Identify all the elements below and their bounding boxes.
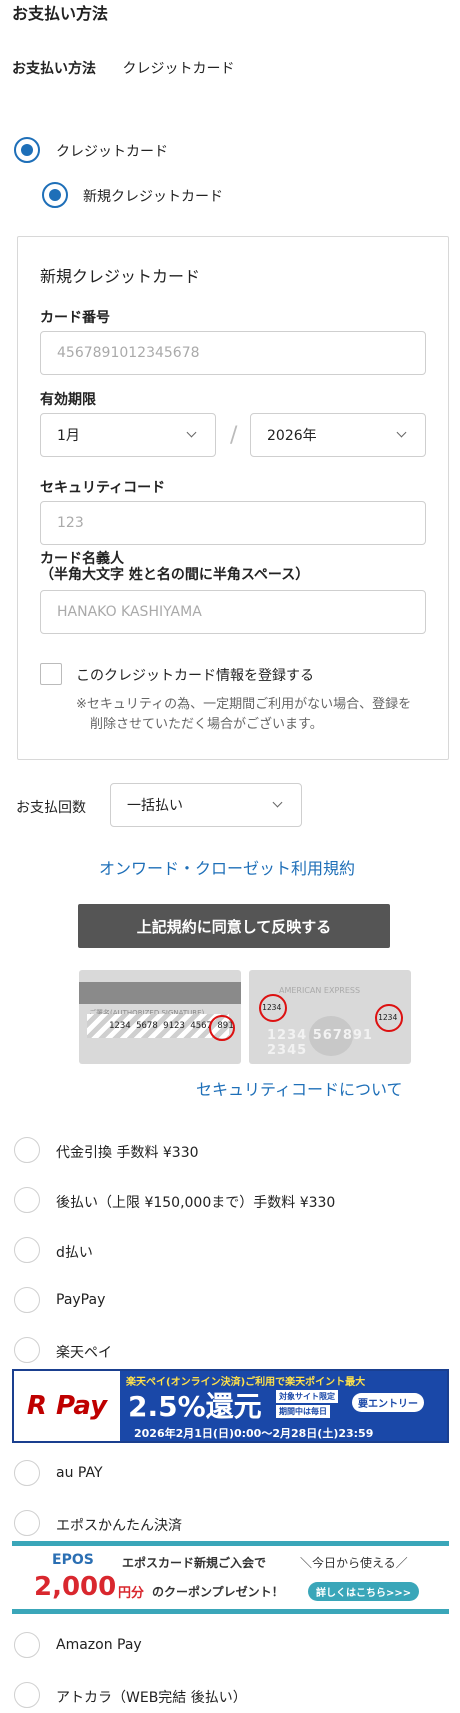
radio-d-barai[interactable] [14,1237,40,1263]
card-number-input[interactable]: 4567891012345678 [40,331,426,375]
cardholder-label-line1: カード名義人 [40,551,124,567]
summary-value: クレジットカード [122,61,235,77]
summary-label: お支払い方法 [12,61,96,77]
expiry-label: 有効期限 [40,392,96,408]
register-note-line1: ※セキュリティの為、一定期間ご利用がない場合、登録を [76,697,412,712]
installments-label: お支払回数 [16,800,86,816]
rpay-tag1: 対象サイト限定 [276,1390,338,1403]
installments-value: 一括払い [127,798,183,814]
rpay-entry-badge: 要エントリー [352,1393,424,1412]
magnetic-stripe [79,982,241,1004]
chevron-down-icon [272,797,283,808]
cardholder-input[interactable]: HANAKO KASHIYAMA [40,590,426,634]
radio-rakuten-pay[interactable] [14,1337,40,1363]
cardholder-label-line2: （半角大文字 姓と名の間に半角スペース） [40,567,310,583]
cardholder-label: カード名義人 （半角大文字 姓と名の間に半角スペース） [40,551,309,583]
rakuten-pay-logo: R Pay [26,1391,108,1421]
option-label[interactable]: エポスかんたん決済 [56,1515,182,1535]
radio-new-credit-card[interactable] [42,182,68,208]
radio-cod[interactable] [14,1137,40,1163]
amex-front-code: 1234 [262,1003,282,1012]
epos-line2: のクーポンプレゼント！ [152,1585,284,1599]
register-note: ※セキュリティの為、一定期間ご利用がない場合、登録を 削除させていただく場合がご… [76,695,411,735]
epos-banner[interactable]: EPOS エポスカード新規ご入会で ＼今日から使える／ 2,000 円分 のクー… [12,1541,449,1614]
cvc-help-link[interactable]: セキュリティコードについて [196,1076,403,1100]
cvc-label: セキュリティコード [40,480,166,496]
terms-link[interactable]: オンワード・クローゼット利用規約 [99,855,355,879]
option-label[interactable]: アトカラ（WEB完結 後払い） [56,1687,247,1707]
epos-amount: 2,000 [34,1572,117,1602]
option-label[interactable]: PayPay [56,1292,105,1308]
expiry-month-select[interactable]: 1月 [40,413,216,457]
rakuten-pay-promo: 楽天ペイ(オンライン決済)ご利用で楽天ポイント最大 2.5%還元 対象サイト限定… [120,1371,447,1441]
expiry-separator: / [230,423,238,448]
radio-amazon-pay[interactable] [14,1632,40,1658]
card-number-label: カード番号 [40,310,110,326]
option-label[interactable]: 後払い（上限 ¥150,000まで）手数料 ¥330 [56,1192,335,1212]
expiry-year-select[interactable]: 2026年 [250,413,426,457]
radio-credit-card[interactable] [14,137,40,163]
amex-brand: AMERICAN EXPRESS [279,986,361,995]
installments-select[interactable]: 一括払い [110,783,302,827]
card-back-image: ご署名(AUTHORIZED SIGNATURE) 1234 5678 9123… [79,970,241,1064]
option-label[interactable]: 楽天ペイ [56,1342,112,1362]
agree-apply-button[interactable]: 上記規約に同意して反映する [78,904,390,948]
chevron-down-icon [396,427,407,438]
rakuten-pay-banner[interactable]: R Pay 楽天ペイ(オンライン決済)ご利用で楽天ポイント最大 2.5%還元 対… [12,1369,449,1443]
radio-atokara[interactable] [14,1682,40,1708]
amex-number: 1234 567891 2345 [267,1028,373,1058]
radio-au-pay[interactable] [14,1460,40,1486]
radio-epos[interactable] [14,1510,40,1536]
option-label[interactable]: Amazon Pay [56,1637,142,1653]
register-note-line2: 削除させていただく場合がございます。 [90,717,323,732]
rpay-period: 2026年2月1日(日)0:00～2月28日(土)23:59 [134,1427,374,1440]
card-form-panel: 新規クレジットカード カード番号 4567891012345678 有効期限 1… [17,236,449,760]
option-label[interactable]: au PAY [56,1465,103,1481]
option-label[interactable]: 代金引換 手数料 ¥330 [56,1142,199,1162]
radio-paypay[interactable] [14,1287,40,1313]
option-label[interactable]: d払い [56,1242,93,1262]
rpay-tag2: 期間中は毎日 [276,1405,330,1418]
expiry-year-value: 2026年 [267,428,317,444]
register-card-checkbox[interactable] [40,663,62,685]
radio-new-credit-card-label[interactable]: 新規クレジットカード [83,186,223,206]
rpay-big: 2.5%還元 [128,1390,262,1423]
epos-logo: EPOS [52,1552,94,1568]
epos-unit: 円分 [118,1586,145,1601]
radio-deferred[interactable] [14,1187,40,1213]
chevron-down-icon [186,427,197,438]
radio-credit-card-label[interactable]: クレジットカード [56,141,168,161]
payment-summary: お支払い方法 クレジットカード [12,58,234,78]
epos-details-button[interactable]: 詳しくはこちら>>> [308,1582,420,1601]
epos-line1: エポスカード新規ご入会で [122,1556,267,1570]
cvc-highlight-ring [209,1015,235,1041]
card-form-title: 新規クレジットカード [40,267,201,286]
register-card-label[interactable]: このクレジットカード情報を登録する [76,665,314,685]
amex-side-code: 1234 [378,1013,398,1022]
amex-card-image: AMERICAN EXPRESS 1234 1234 1234 567891 2… [249,970,411,1064]
cvc-input[interactable]: 123 [40,501,426,545]
page-title: お支払い方法 [12,4,109,23]
epos-line1b: ＼今日から使える／ [300,1556,408,1570]
expiry-month-value: 1月 [57,428,80,444]
